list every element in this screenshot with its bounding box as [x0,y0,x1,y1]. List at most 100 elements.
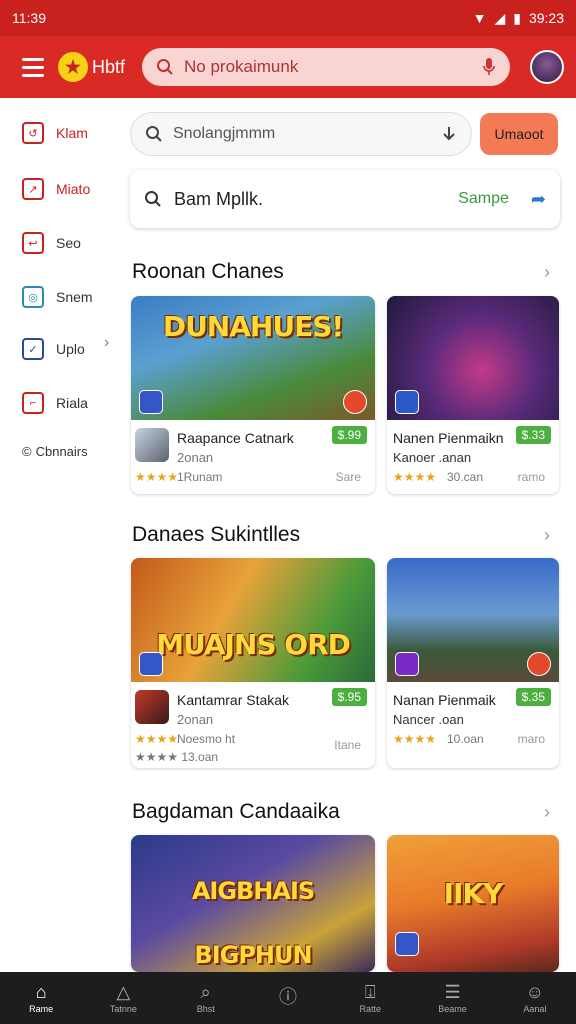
nav-item-games[interactable]: △ Tatnne [82,972,164,1024]
price-badge[interactable]: $.95 [331,688,367,706]
app-badge-icon [395,652,419,676]
sidebar-item-4[interactable]: ◎ Snem [22,286,93,308]
sidebar-icon: ⌐ [22,392,44,414]
card-footer-label: Itane [334,738,361,752]
app-subtitle: 2onan [177,712,214,727]
account-icon: ☺ [525,981,545,1002]
nav-label: Aanal [523,1003,547,1014]
sidebar-icon: ✓ [22,338,44,360]
top-search-placeholder: No prokaimunk [184,57,299,76]
app-badge-icon [343,390,367,414]
card-meta: Kantamrar Stakak 2onan $.95 ★★★★ Noesmo … [131,682,375,768]
sidebar-item-3[interactable]: ↩ Seo [22,232,81,254]
list-icon: ☰ [444,981,461,1002]
sidebar-item-label: Riala [56,395,88,411]
sidebar-item-5[interactable]: ✓ Uplo [22,338,85,360]
app-name: Nanen Pienmaikn [393,430,504,446]
download-icon[interactable] [441,125,457,143]
avatar[interactable] [530,50,564,84]
chevron-right-icon[interactable]: › [544,802,550,823]
nav-item-library[interactable]: ☰ Beame [411,972,493,1024]
game-card[interactable]: MUAJNS ORD Kantamrar Stakak 2onan $.95 ★… [131,558,375,768]
star-rating: ★★★★ [393,732,437,746]
nav-label: Beame [438,1003,467,1014]
game-card[interactable]: AIGBHAIS BIGPHUN [131,835,375,972]
game-banner [387,296,559,420]
nav-item-rate[interactable]: ⍗ Ratte [329,972,411,1024]
wifi-icon: ▼ [472,10,487,26]
sidebar-item-label: Snem [56,289,93,305]
brand[interactable]: ★ Hbtf [58,52,138,82]
app-name: Kantamrar Stakak [177,692,290,708]
download-icon: ⍗ [364,981,376,1002]
status-time: 11:39 [12,10,46,26]
nav-item-search[interactable]: ⌕ Bhst [165,972,247,1024]
share-arrow-icon[interactable]: ➦ [531,189,546,210]
app-icon [135,428,169,462]
chevron-right-icon[interactable]: › [544,525,550,546]
app-subtitle: Kanoer .anan [393,450,472,465]
sidebar-item-label: Uplo [56,341,85,357]
sidebar-icon: ↩ [22,232,44,254]
app-bar: ★ Hbtf No prokaimunk [0,36,576,98]
sidebar-item-2[interactable]: ↗ Miato [22,178,90,200]
card-meta: Nanen Pienmaikn Kanoer .anan $.33 ★★★★ 3… [387,420,559,494]
chevron-right-icon[interactable]: › [544,262,550,283]
game-card[interactable]: DUNAHUES! Raapance Catnark 2onan $.99 ★★… [131,296,375,494]
brand-logo-icon: ★ [58,52,88,82]
game-card[interactable]: Nanan Pienmaik Nancer .oan $.35 ★★★★ 10.… [387,558,559,768]
search-input[interactable]: Snolangjmmm [130,112,472,156]
banner-title: DUNAHUES! [162,310,344,343]
copyright-icon: © [22,444,32,459]
sidebar-icon: ↗ [22,178,44,200]
nav-label: Rame [29,1003,54,1014]
query-bar[interactable]: Bam Mpllk. Sampe ➦ [130,170,560,228]
game-banner [387,558,559,682]
card-meta: Nanan Pienmaik Nancer .oan $.35 ★★★★ 10.… [387,682,559,768]
price-badge[interactable]: $.33 [515,426,551,444]
game-card[interactable]: IIKY [387,835,559,972]
status-clock: 39:23 [528,10,564,26]
query-tag[interactable]: Sampe [458,190,509,208]
sidebar-item-1[interactable]: ↺ Klam [22,122,88,144]
app-subtitle: Nancer .oan [393,712,464,727]
app-size: 30.can [447,470,484,484]
app-badge-icon [395,932,419,956]
game-banner: IIKY [387,835,559,972]
home-icon: ⌂ [35,981,47,1002]
game-banner: DUNAHUES! [131,296,375,420]
status-icons: ▼ ◢ ▮ 39:23 [473,10,564,27]
nav-label: Tatnne [109,1003,137,1014]
sidebar-item-label: Cbnnairs [35,444,88,459]
search-icon [146,126,162,142]
price-badge[interactable]: $.99 [331,426,367,444]
price-badge[interactable]: $.35 [515,688,551,706]
app-badge-icon [139,390,163,414]
app-size: Noesmo ht [177,732,236,746]
info-icon: ⓘ [278,986,297,1007]
star-rating: ★★★★ [393,470,437,484]
nav-item-account[interactable]: ☺ Aanal [494,972,576,1024]
sidebar-item-label: Klam [56,125,88,141]
app-name: Nanan Pienmaik [393,692,496,708]
nav-label: Ratte [359,1003,382,1014]
card-footer-label: ramo [517,470,545,484]
mic-icon[interactable] [482,57,496,77]
chevron-right-icon[interactable]: › [104,334,109,352]
banner-title: MUAJNS ORD [156,628,351,661]
top-search-input[interactable]: No prokaimunk [142,48,510,86]
game-card[interactable]: Nanen Pienmaikn Kanoer .anan $.33 ★★★★ 3… [387,296,559,494]
app-size-secondary: ★★★★ 13.oan [135,750,219,764]
sidebar-item-7[interactable]: © Cbnnairs [22,444,88,459]
app-badge-icon [527,652,551,676]
menu-button[interactable] [12,45,56,89]
nav-item-info[interactable]: ⓘ [247,972,329,1024]
nav-item-home[interactable]: ⌂ Rame [0,972,82,1024]
action-button[interactable]: Umaoot [480,113,558,155]
battery-icon: ▮ [513,9,521,26]
app-icon [135,690,169,724]
games-icon: △ [116,981,131,1002]
star-rating: ★★★★ [135,732,179,746]
card-footer-label: maro [517,732,545,746]
sidebar-item-6[interactable]: ⌐ Riala [22,392,88,414]
